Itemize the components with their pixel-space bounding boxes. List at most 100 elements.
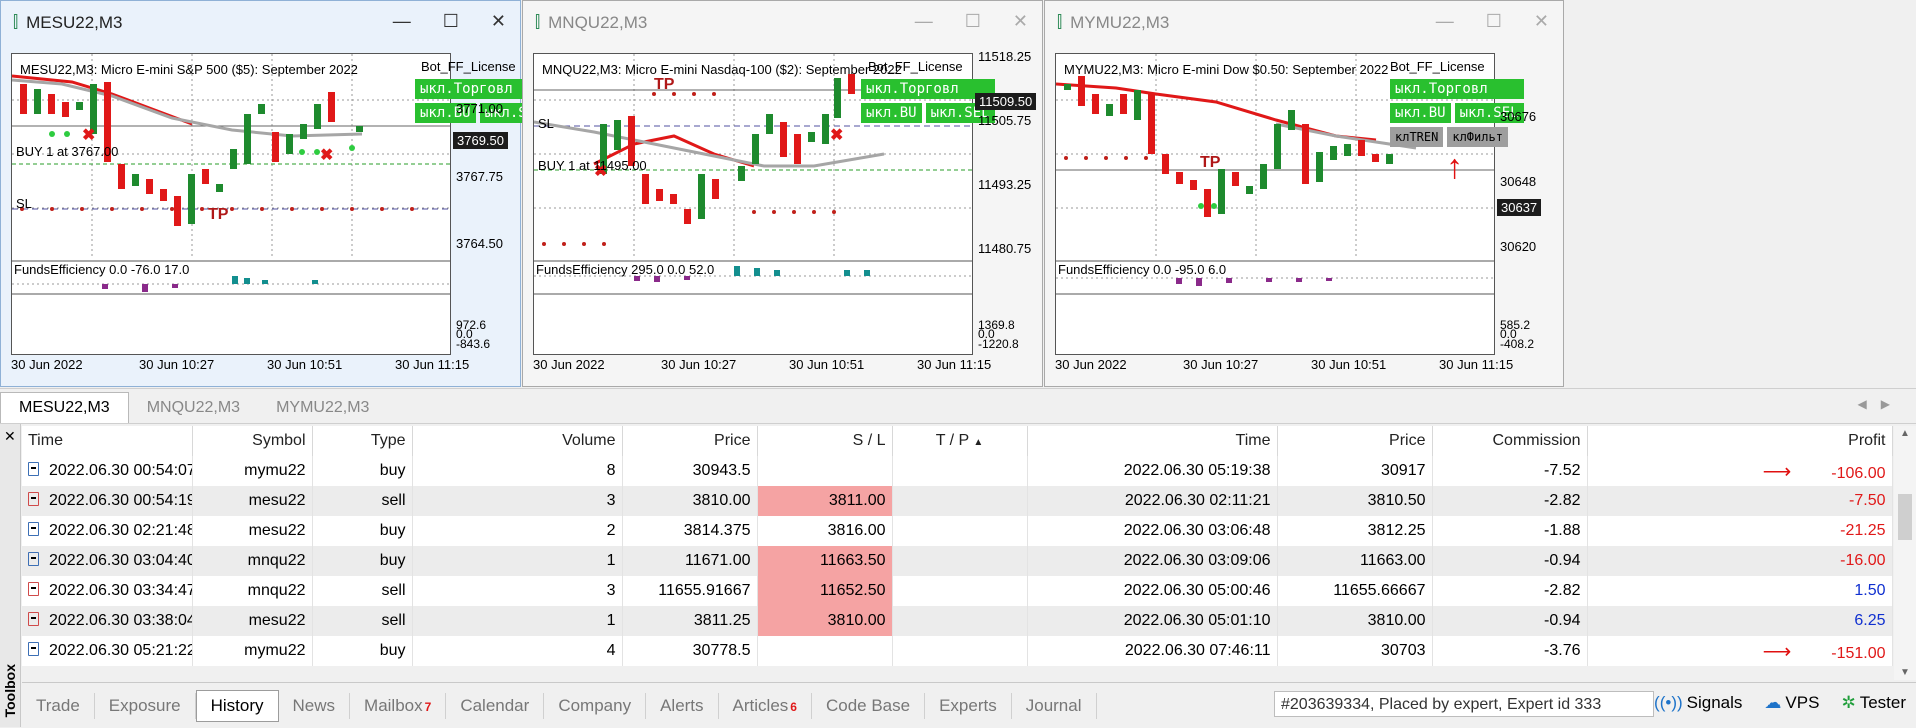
table-scrollbar[interactable]: ▲ ▼	[1894, 426, 1916, 680]
cell-sl	[757, 456, 893, 486]
table-row[interactable]: 2022.06.30 03:34:47 mnqu22 sell 3 11655.…	[22, 576, 1893, 606]
funds-efficiency-label: FundsEfficiency 295.0 0.0 52.0	[536, 262, 715, 277]
cell-tp	[892, 576, 1028, 606]
cell-symbol: mymu22	[192, 636, 313, 666]
tab-alerts[interactable]: Alerts	[646, 692, 719, 719]
column-header-profit[interactable]: Profit	[1587, 426, 1893, 456]
maximize-icon[interactable]: ☐	[443, 11, 459, 32]
tab-history[interactable]: History	[195, 689, 279, 722]
sub-axis-label: -1220.8	[978, 337, 1019, 351]
ea-bu-button[interactable]: ыкл.BU	[861, 103, 922, 123]
close-icon[interactable]: ✕	[4, 428, 16, 445]
table-row[interactable]: 2022.06.30 00:54:07 mymu22 buy 8 30943.5…	[22, 456, 1893, 486]
table-row[interactable]: 2022.06.30 05:21:22 mymu22 buy 4 30778.5…	[22, 636, 1893, 666]
tab-calendar[interactable]: Calendar	[446, 692, 545, 719]
tab-scroll-arrows[interactable]: ◀▶	[1858, 397, 1904, 411]
minimize-icon[interactable]: —	[393, 11, 411, 32]
cloud-icon: ☁	[1764, 693, 1782, 712]
time-axis-label: 30 Jun 10:27	[1183, 357, 1259, 372]
tab-journal[interactable]: Journal	[1012, 692, 1097, 719]
ea-filter-button[interactable]: клФильт	[1447, 127, 1508, 147]
cell-profit: 1.50	[1587, 576, 1893, 606]
table-row[interactable]: 2022.06.30 03:38:04 mesu22 sell 1 3811.2…	[22, 606, 1893, 636]
cell-price: 30943.5	[622, 456, 758, 486]
articles-count-badge: 6	[790, 699, 797, 714]
cell-volume: 1	[412, 606, 623, 636]
tester-button[interactable]: ✲ Tester	[1841, 693, 1906, 713]
sl-tag: SL	[16, 196, 32, 211]
time-axis-label: 30 Jun 10:27	[661, 357, 737, 372]
tab-label: Experts	[939, 695, 997, 715]
cell-close-price: 30917	[1277, 456, 1433, 486]
window-controls: — ☐ ✕	[393, 11, 506, 32]
chart-window-mymu22[interactable]: ⫿ MYMU22,M3 — ☐ ✕ MYMU22,M3: Micro E-min…	[1044, 0, 1564, 387]
table-row[interactable]: 2022.06.30 03:04:40 mnqu22 buy 1 11671.0…	[22, 546, 1893, 576]
scroll-thumb[interactable]	[1898, 494, 1912, 540]
price-axis-label: 30620	[1500, 239, 1537, 254]
column-header-volume[interactable]: Volume	[412, 426, 623, 456]
price-axis-label: 11480.75	[978, 241, 1032, 256]
cell-close-price: 3810.00	[1277, 606, 1433, 636]
close-icon[interactable]: ✕	[491, 11, 506, 32]
svg-text:✖: ✖	[830, 127, 843, 144]
column-header-symbol[interactable]: Symbol	[192, 426, 313, 456]
close-icon[interactable]: ✕	[1013, 11, 1028, 32]
tab-articles[interactable]: Articles 6	[719, 692, 812, 719]
cell-close-time: 2022.06.30 02:11:21	[1027, 486, 1278, 516]
cell-sl: 3810.00	[757, 606, 893, 636]
cell-symbol: mesu22	[192, 606, 313, 636]
cell-profit: -7.50	[1587, 486, 1893, 516]
tab-label: Articles	[732, 695, 789, 715]
chart-window-mnqu22[interactable]: ⫿ MNQU22,M3 — ☐ ✕ ✖ ✖ MNQU22,M3: Micro E…	[522, 0, 1043, 387]
cell-close-price: 3812.25	[1277, 516, 1433, 546]
tab-exposure[interactable]: Exposure	[95, 692, 196, 719]
vps-button[interactable]: ☁ VPS	[1764, 693, 1819, 713]
signals-button[interactable]: ((•)) Signals	[1654, 693, 1742, 713]
column-header-type[interactable]: Type	[312, 426, 413, 456]
ea-trend-button[interactable]: клTREN	[1390, 127, 1444, 147]
current-price-tag: 30637	[1497, 199, 1542, 216]
column-header-close-time[interactable]: Time	[1027, 426, 1278, 456]
chart-symbol-icon: ⫿	[535, 14, 541, 31]
minimize-icon[interactable]: —	[915, 11, 933, 32]
chart-tab-mnqu22[interactable]: MNQU22,M3	[129, 393, 258, 423]
scroll-down-icon[interactable]: ▼	[1900, 667, 1910, 678]
tab-experts[interactable]: Experts	[925, 692, 1012, 719]
tab-trade[interactable]: Trade	[22, 692, 95, 719]
tab-news[interactable]: News	[279, 692, 351, 719]
column-header-price[interactable]: Price	[622, 426, 758, 456]
minimize-icon[interactable]: —	[1436, 11, 1454, 32]
cell-close-time: 2022.06.30 03:09:06	[1027, 546, 1278, 576]
tab-label: News	[292, 695, 336, 715]
tab-code-base[interactable]: Code Base	[812, 692, 926, 719]
time-axis-label: 30 Jun 10:51	[789, 357, 865, 372]
scroll-up-icon[interactable]: ▲	[1900, 428, 1910, 439]
column-header-close-price[interactable]: Price	[1277, 426, 1433, 456]
ea-bu-button[interactable]: ыкл.BU	[1390, 103, 1451, 123]
tab-label: Calendar	[460, 695, 530, 715]
cell-time: 2022.06.30 05:21:22	[22, 636, 193, 666]
tab-company[interactable]: Company	[544, 692, 647, 719]
chart-tab-mymu22[interactable]: MYMU22,M3	[258, 393, 387, 423]
cell-tp	[892, 486, 1028, 516]
tab-mailbox[interactable]: Mailbox 7	[350, 692, 447, 719]
maximize-icon[interactable]: ☐	[965, 11, 981, 32]
cell-type: buy	[312, 546, 413, 576]
sub-axis-label: -843.6	[456, 337, 491, 351]
ea-trade-toggle-button[interactable]: ыкл.Торговл	[1390, 79, 1524, 99]
column-header-tp-label: T / P	[935, 432, 969, 449]
chart-canvas[interactable]: ✖ ✖ MESU22,M3: Micro E-mini S&P 500 ($5)…	[11, 53, 451, 355]
chart-tab-mesu22[interactable]: MESU22,M3	[0, 392, 129, 423]
chart-window-mesu22[interactable]: ⫿ MESU22,M3 — ☐ ✕ ✖ ✖ MESU22,M3: Micro E…	[0, 0, 549, 387]
cell-price: 3810.00	[622, 486, 758, 516]
column-header-tp[interactable]: T / P ▲	[892, 426, 1028, 456]
column-header-time[interactable]: Time	[22, 426, 193, 456]
close-icon[interactable]: ✕	[1534, 11, 1549, 32]
column-header-commission[interactable]: Commission	[1432, 426, 1588, 456]
maximize-icon[interactable]: ☐	[1486, 11, 1502, 32]
window-title: MNQU22,M3	[548, 13, 648, 32]
table-row[interactable]: 2022.06.30 00:54:19 mesu22 sell 3 3810.0…	[22, 486, 1893, 516]
column-header-sl[interactable]: S / L	[757, 426, 893, 456]
red-arrow-icon: ⟶	[1762, 640, 1792, 663]
table-row[interactable]: 2022.06.30 02:21:48 mesu22 buy 2 3814.37…	[22, 516, 1893, 546]
